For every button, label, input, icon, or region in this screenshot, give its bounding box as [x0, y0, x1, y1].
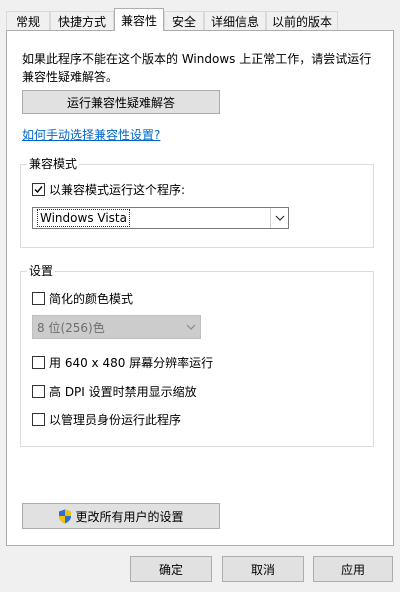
compat-mode-checkbox-label: 以兼容模式运行这个程序: — [49, 183, 186, 197]
tab-shortcut[interactable]: 快捷方式 — [50, 11, 114, 31]
compat-mode-group-title: 兼容模式 — [27, 157, 80, 171]
res-640-row[interactable]: 用 640 x 480 屏幕分辨率运行 — [32, 354, 213, 371]
tab-shortcut-label: 快捷方式 — [57, 15, 106, 29]
tab-details[interactable]: 详细信息 — [204, 11, 266, 31]
chevron-down-icon — [182, 316, 200, 338]
res-640-checkbox[interactable] — [32, 356, 45, 369]
tab-previous-versions-label: 以前的版本 — [271, 15, 332, 29]
run-admin-row[interactable]: 以管理员身份运行此程序 — [32, 411, 181, 428]
compat-os-select[interactable]: Windows Vista — [32, 207, 289, 229]
settings-group-title: 设置 — [27, 264, 56, 278]
ok-button[interactable]: 确定 — [130, 556, 212, 582]
compatibility-panel: 如果此程序不能在这个版本的 Windows 上正常工作，请尝试运行兼容性疑难解答… — [6, 30, 394, 546]
run-admin-label: 以管理员身份运行此程序 — [49, 413, 182, 427]
tab-previous-versions[interactable]: 以前的版本 — [266, 11, 338, 31]
high-dpi-checkbox[interactable] — [32, 385, 45, 398]
high-dpi-label: 高 DPI 设置时禁用显示缩放 — [49, 385, 197, 399]
tab-security-label: 安全 — [171, 15, 196, 29]
high-dpi-row[interactable]: 高 DPI 设置时禁用显示缩放 — [32, 383, 197, 400]
change-all-users-label: 更改所有用户的设置 — [75, 509, 184, 524]
checkmark-icon — [34, 186, 43, 194]
cancel-button[interactable]: 取消 — [222, 556, 304, 582]
color-depth-select[interactable]: 8 位(256)色 — [32, 315, 201, 339]
run-admin-checkbox[interactable] — [32, 413, 45, 426]
apply-button[interactable]: 应用 — [313, 556, 393, 582]
res-640-label: 用 640 x 480 屏幕分辨率运行 — [49, 356, 214, 370]
compat-mode-checkbox-row[interactable]: 以兼容模式运行这个程序: — [32, 181, 185, 198]
reduced-color-checkbox[interactable] — [32, 292, 45, 305]
settings-group: 设置 简化的颜色模式 8 位(256)色 用 640 x 480 屏幕分辨率运行… — [20, 264, 374, 447]
tab-details-label: 详细信息 — [210, 15, 259, 29]
manual-settings-link[interactable]: 如何手动选择兼容性设置? — [22, 126, 160, 143]
shield-icon — [58, 509, 72, 524]
tab-strip: 常规 快捷方式 兼容性 安全 详细信息 以前的版本 — [6, 8, 396, 31]
tab-compatibility[interactable]: 兼容性 — [114, 8, 164, 31]
chevron-down-icon — [270, 208, 288, 228]
tab-security[interactable]: 安全 — [164, 11, 204, 31]
tab-general-label: 常规 — [15, 15, 40, 29]
tab-compatibility-label: 兼容性 — [120, 13, 157, 28]
compat-mode-checkbox[interactable] — [32, 183, 45, 196]
run-troubleshooter-button[interactable]: 运行兼容性疑难解答 — [22, 90, 220, 114]
change-all-users-button[interactable]: 更改所有用户的设置 — [22, 503, 220, 529]
reduced-color-row[interactable]: 简化的颜色模式 — [32, 290, 133, 307]
intro-text: 如果此程序不能在这个版本的 Windows 上正常工作，请尝试运行兼容性疑难解答… — [22, 52, 372, 84]
compat-os-selected-value: Windows Vista — [37, 209, 130, 227]
tab-general[interactable]: 常规 — [6, 11, 50, 31]
compat-mode-group: 兼容模式 以兼容模式运行这个程序: Windows Vista — [20, 157, 374, 248]
color-depth-value: 8 位(256)色 — [37, 320, 105, 335]
reduced-color-label: 简化的颜色模式 — [49, 292, 134, 306]
